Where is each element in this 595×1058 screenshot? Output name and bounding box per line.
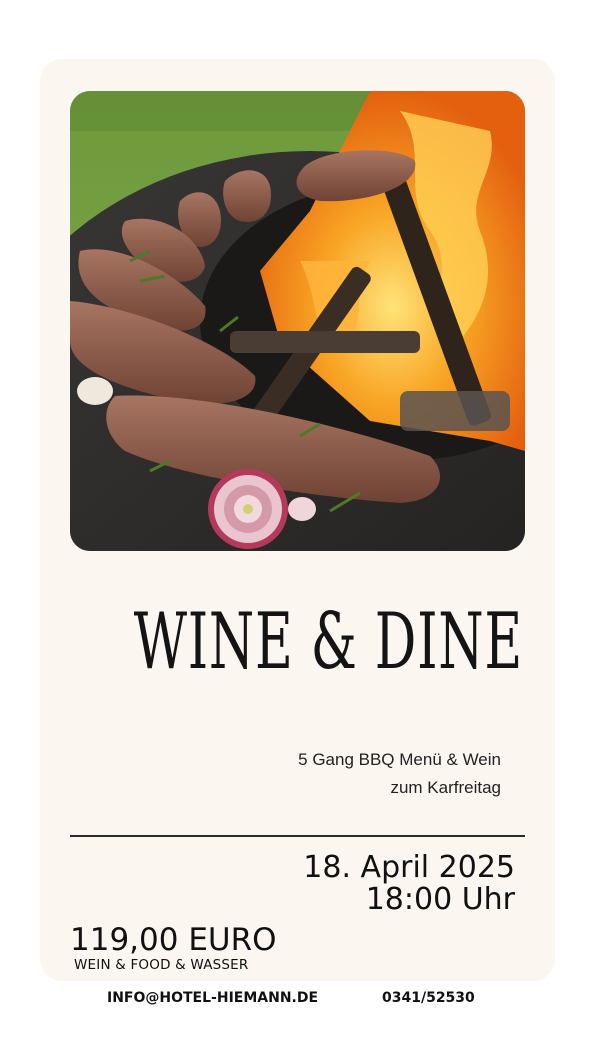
subtitle-line-occasion: zum Karfreitag — [390, 778, 501, 797]
contact-phone[interactable]: 0341/52530 — [382, 988, 475, 1008]
contact-email[interactable]: INFO@HOTEL-HIEMANN.DE — [107, 988, 318, 1008]
event-subtitle: 5 Gang BBQ Menü & Wein zum Karfreitag — [298, 746, 501, 802]
event-time: 18:00 Uhr — [365, 882, 515, 917]
divider-line — [70, 835, 525, 837]
bbq-grill-photo — [70, 91, 525, 551]
event-datetime: 18. April 2025 18:00 Uhr — [303, 852, 515, 916]
event-price: 119,00 EURO — [70, 922, 277, 958]
subtitle-line-menu: 5 Gang BBQ Menü & Wein — [298, 750, 501, 769]
event-title: WINE & DINE — [133, 595, 523, 687]
event-date: 18. April 2025 — [303, 850, 515, 885]
price-includes: WEIN & FOOD & WASSER — [74, 957, 249, 973]
